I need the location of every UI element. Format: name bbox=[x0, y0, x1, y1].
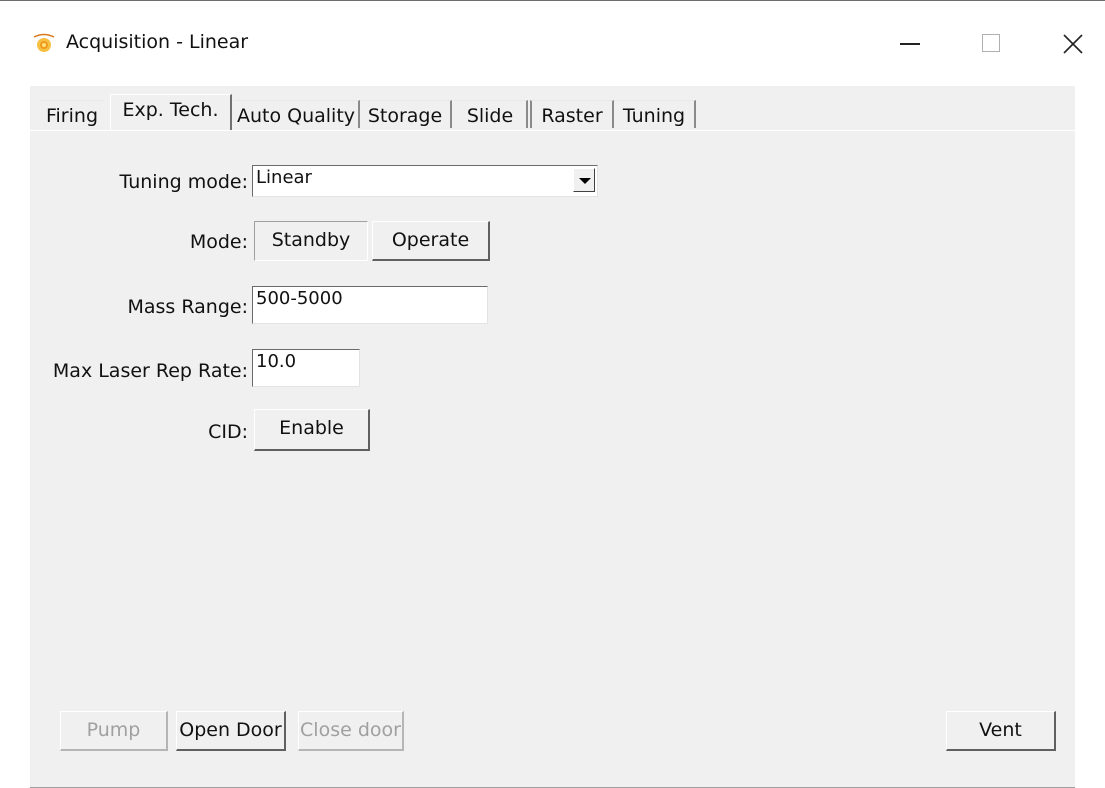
close-button[interactable] bbox=[1046, 23, 1100, 65]
standby-button[interactable]: Standby bbox=[254, 221, 368, 261]
tuning-mode-label: Tuning mode: bbox=[119, 171, 248, 193]
client-area: Firing Exp. Tech. Auto Quality Storage S… bbox=[30, 86, 1075, 788]
title-bar: Acquisition - Linear bbox=[0, 1, 1105, 86]
tab-exp-tech[interactable]: Exp. Tech. bbox=[110, 94, 232, 130]
tuning-mode-select[interactable]: Linear bbox=[252, 165, 598, 197]
acquisition-app-icon bbox=[33, 33, 55, 52]
tuning-mode-value: Linear bbox=[256, 167, 312, 188]
vent-button[interactable]: Vent bbox=[946, 711, 1056, 751]
close-icon bbox=[1063, 34, 1083, 54]
acquisition-window: Acquisition - Linear Firing Exp. Tech. A… bbox=[0, 0, 1105, 788]
pump-button[interactable]: Pump bbox=[60, 711, 168, 751]
cid-enable-button[interactable]: Enable bbox=[254, 409, 370, 451]
max-laser-rep-rate-label: Max Laser Rep Rate: bbox=[52, 360, 248, 382]
tab-slide[interactable]: Slide bbox=[454, 100, 528, 128]
tab-auto-quality[interactable]: Auto Quality bbox=[234, 100, 360, 128]
max-laser-rep-rate-input[interactable]: 10.0 bbox=[252, 349, 360, 387]
tab-tuning[interactable]: Tuning bbox=[614, 100, 696, 128]
mass-range-label: Mass Range: bbox=[127, 296, 249, 318]
tab-firing[interactable]: Firing bbox=[40, 100, 104, 128]
maximize-button[interactable] bbox=[965, 23, 1019, 65]
cid-label: CID: bbox=[208, 421, 248, 443]
mass-range-input[interactable]: 500-5000 bbox=[252, 286, 488, 324]
tab-storage[interactable]: Storage bbox=[360, 100, 452, 128]
open-door-button[interactable]: Open Door bbox=[176, 711, 286, 751]
chevron-down-icon[interactable] bbox=[573, 168, 595, 192]
window-title: Acquisition - Linear bbox=[66, 31, 249, 53]
minimize-button[interactable] bbox=[883, 23, 937, 65]
exp-tech-panel: Tuning mode: Linear Mode: Standby Operat… bbox=[30, 130, 1075, 788]
mode-label: Mode: bbox=[189, 231, 248, 253]
tab-raster[interactable]: Raster bbox=[530, 100, 614, 128]
operate-button[interactable]: Operate bbox=[372, 221, 490, 261]
close-door-button[interactable]: Close door bbox=[298, 711, 404, 751]
